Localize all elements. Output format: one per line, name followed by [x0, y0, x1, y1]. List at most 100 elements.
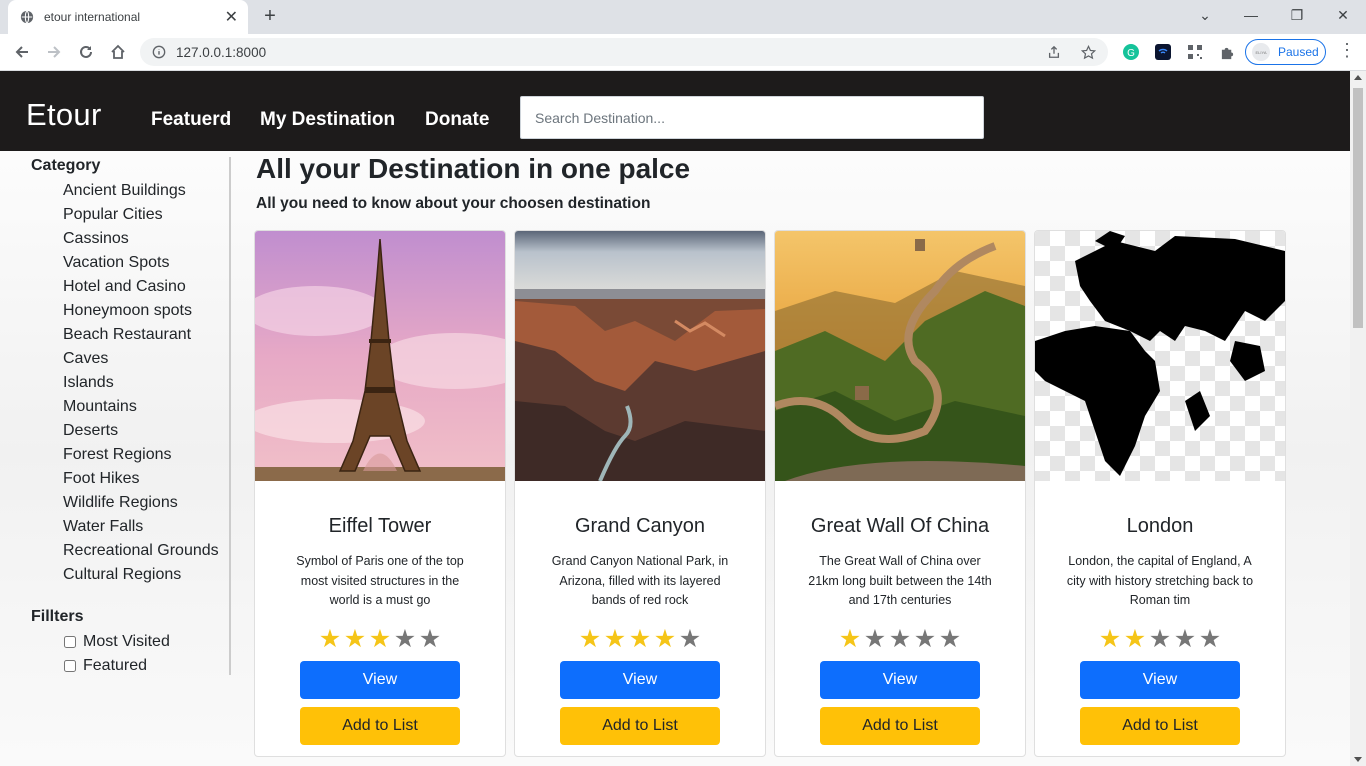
vpn-extension-icon[interactable] [1152, 41, 1174, 63]
site-brand[interactable]: Etour [26, 97, 102, 133]
qr-code-icon[interactable] [1184, 41, 1206, 63]
star-filled-icon: ★ [1098, 625, 1122, 653]
browser-tab[interactable]: etour international ✕ [8, 0, 248, 34]
page-scrollbar[interactable] [1350, 71, 1366, 766]
category-item[interactable]: Cultural Regions [63, 563, 229, 587]
forward-icon[interactable] [41, 39, 67, 65]
scroll-down-icon[interactable] [1354, 757, 1362, 762]
page-viewport: Etour Featuerd My Destination Donate Cat… [0, 71, 1350, 766]
filters-heading: Fillters [31, 608, 84, 625]
category-item[interactable]: Popular Cities [63, 203, 229, 227]
star-empty-icon: ★ [393, 625, 417, 653]
back-icon[interactable] [9, 39, 35, 65]
category-item[interactable]: Water Falls [63, 515, 229, 539]
nav-featured[interactable]: Featuerd [151, 109, 231, 131]
star-empty-icon: ★ [1148, 625, 1172, 653]
category-item[interactable]: Ancient Buildings [63, 179, 229, 203]
category-item[interactable]: Honeymoon spots [63, 299, 229, 323]
svg-text:G: G [1127, 48, 1135, 59]
add-to-list-button[interactable]: Add to List [1080, 707, 1240, 745]
star-filled-icon: ★ [1123, 625, 1147, 653]
star-filled-icon: ★ [603, 625, 627, 653]
add-to-list-button[interactable]: Add to List [560, 707, 720, 745]
profile-button[interactable]: ELIYA Paused [1245, 39, 1326, 65]
info-icon[interactable] [152, 45, 166, 59]
minimize-button[interactable]: — [1228, 0, 1274, 30]
close-window-button[interactable]: ✕ [1320, 0, 1366, 30]
scroll-up-icon[interactable] [1354, 75, 1362, 80]
reload-icon[interactable] [73, 39, 99, 65]
share-icon[interactable] [1047, 45, 1061, 59]
star-filled-icon: ★ [318, 625, 342, 653]
category-item[interactable]: Foot Hikes [63, 467, 229, 491]
category-item[interactable]: Hotel and Casino [63, 275, 229, 299]
star-filled-icon: ★ [578, 625, 602, 653]
star-rating: ★ ★ ★ ★ ★ [310, 624, 450, 654]
most-visited-checkbox[interactable] [64, 636, 76, 648]
featured-checkbox[interactable] [64, 660, 76, 672]
address-bar[interactable]: 127.0.0.1:8000 [140, 38, 1108, 66]
site-navbar: Etour Featuerd My Destination Donate [0, 71, 1350, 151]
page-subtitle: All you need to know about your choosen … [256, 195, 651, 212]
star-rating: ★ ★ ★ ★ ★ [830, 624, 970, 654]
star-empty-icon: ★ [678, 625, 702, 653]
destination-card: Eiffel Tower Symbol of Paris one of the … [254, 230, 506, 757]
sidebar: Category Ancient Buildings Popular Cities… [31, 157, 231, 675]
tab-search-icon[interactable]: ⌄ [1182, 0, 1228, 30]
destination-card: Great Wall Of China The Great Wall of Ch… [774, 230, 1026, 757]
close-tab-icon[interactable]: ✕ [225, 7, 238, 27]
nav-donate[interactable]: Donate [425, 109, 489, 131]
category-item[interactable]: Beach Restaurant [63, 323, 229, 347]
profile-status: Paused [1278, 45, 1319, 59]
destination-card: London London, the capital of England, A… [1034, 230, 1286, 757]
filter-featured[interactable]: Featured [63, 654, 229, 678]
view-button[interactable]: View [560, 661, 720, 699]
star-empty-icon: ★ [863, 625, 887, 653]
category-item[interactable]: Mountains [63, 395, 229, 419]
search-input[interactable] [520, 96, 984, 139]
star-filled-icon: ★ [628, 625, 652, 653]
window-controls: ⌄ — ❐ ✕ [1182, 0, 1366, 34]
nav-my-destination[interactable]: My Destination [260, 109, 395, 131]
card-description: The Great Wall of China over 21km long b… [808, 554, 992, 607]
tab-title: etour international [44, 10, 141, 24]
category-item[interactable]: Islands [63, 371, 229, 395]
star-filled-icon: ★ [838, 625, 862, 653]
extensions-puzzle-icon[interactable] [1216, 41, 1238, 63]
add-to-list-button[interactable]: Add to List [300, 707, 460, 745]
card-title: London [1126, 515, 1194, 537]
category-item[interactable]: Recreational Grounds [63, 539, 229, 563]
star-empty-icon: ★ [913, 625, 937, 653]
star-rating: ★ ★ ★ ★ ★ [1090, 624, 1230, 654]
category-item[interactable]: Wildlife Regions [63, 491, 229, 515]
eiffel-tower-image [255, 231, 505, 481]
filter-most-visited[interactable]: Most Visited [63, 630, 229, 654]
home-icon[interactable] [105, 39, 131, 65]
bookmark-star-icon[interactable] [1081, 45, 1096, 60]
category-item[interactable]: Deserts [63, 419, 229, 443]
url-text: 127.0.0.1:8000 [176, 44, 267, 60]
view-button[interactable]: View [1080, 661, 1240, 699]
browser-toolbar: 127.0.0.1:8000 G ELIYA Paused ⋮ [0, 34, 1366, 71]
category-item[interactable]: Cassinos [63, 227, 229, 251]
menu-kebab-icon[interactable]: ⋮ [1338, 40, 1356, 64]
view-button[interactable]: View [820, 661, 980, 699]
scrollbar-thumb[interactable] [1353, 88, 1363, 328]
add-to-list-button[interactable]: Add to List [820, 707, 980, 745]
category-item[interactable]: Vacation Spots [63, 251, 229, 275]
category-item[interactable]: Caves [63, 347, 229, 371]
avatar: ELIYA [1252, 43, 1270, 61]
card-description: London, the capital of England, A city w… [1066, 554, 1254, 607]
new-tab-button[interactable]: + [258, 4, 282, 28]
star-filled-icon: ★ [653, 625, 677, 653]
category-item[interactable]: Forest Regions [63, 443, 229, 467]
page-title: All your Destination in one palce [256, 153, 691, 184]
restore-button[interactable]: ❐ [1274, 0, 1320, 30]
grand-canyon-image [515, 231, 765, 481]
star-empty-icon: ★ [1198, 625, 1222, 653]
grammarly-icon[interactable]: G [1120, 41, 1142, 63]
filter-label: Most Visited [83, 633, 170, 650]
globe-icon [20, 10, 34, 24]
view-button[interactable]: View [300, 661, 460, 699]
world-map-image [1035, 231, 1285, 481]
